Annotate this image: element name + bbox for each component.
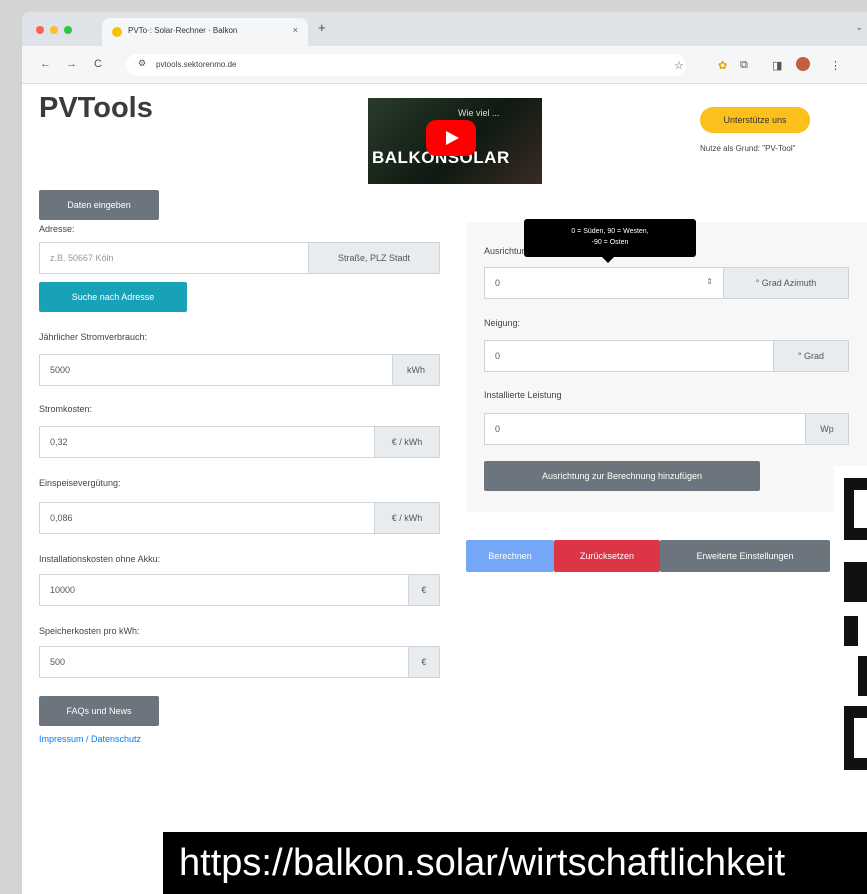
tab-menu-chevron-icon[interactable]: ⌄ (855, 22, 863, 33)
imprint-link[interactable]: Impressum / Datenschutz (39, 734, 141, 744)
tilt-unit: ° Grad (773, 340, 849, 372)
azimuth-unit: ° Grad Azimuth (723, 267, 849, 299)
faq-news-button[interactable]: FAQs und News (39, 696, 159, 726)
qr-finder-bottom-inner (854, 718, 867, 758)
qr-finder-top-inner (854, 490, 867, 528)
page-content: PVTools Wie viel ... BALKONSOLAR Unterst… (22, 84, 867, 894)
url-text: pvtools.sektorenmo.de (156, 60, 237, 69)
consumption-field[interactable]: 5000 (39, 354, 393, 386)
qr-module-block (844, 562, 867, 602)
azimuth-value: 0 (495, 278, 501, 288)
tab-close-icon[interactable]: × (293, 25, 298, 35)
power-unit: Wp (805, 413, 849, 445)
tooltip-line-1: 0 = Süden, 90 = Westen, (571, 228, 649, 235)
storage-cost-value: 500 (50, 657, 66, 667)
tooltip-line-2: -90 = Osten (591, 239, 629, 246)
bookmark-star-icon[interactable]: ☆ (674, 59, 684, 72)
maximize-window-button[interactable] (64, 26, 72, 34)
tilt-field[interactable]: 0 (484, 340, 774, 372)
consumption-label: Jährlicher Stromverbrauch: (39, 332, 148, 342)
cost-value: 0,32 (50, 437, 68, 447)
install-cost-field[interactable]: 10000 (39, 574, 409, 606)
install-cost-label: Installationskosten ohne Akku: (39, 554, 161, 564)
extensions-puzzle-icon[interactable]: ⧉ (740, 59, 748, 72)
address-addon: Straße, PLZ Stadt (308, 242, 440, 274)
url-caption-overlay: https://balkon.solar/wirtschaftlichkeit (163, 832, 867, 894)
tab-strip: PVTo·: Solar·Rechner · Balkon × + ⌄ (22, 12, 867, 46)
minimize-window-button[interactable] (50, 26, 58, 34)
tilt-label: Neigung: (484, 318, 521, 328)
azimuth-tooltip: 0 = Süden, 90 = Westen, -90 = Osten (524, 219, 696, 257)
power-field[interactable]: 0 (484, 413, 806, 445)
video-thumbnail[interactable]: Wie viel ... BALKONSOLAR (368, 98, 542, 184)
address-field[interactable]: z.B. 50667 Köln (39, 242, 309, 274)
profile-avatar[interactable] (796, 57, 810, 71)
tab-title: PVTo·: Solar·Rechner · Balkon (128, 26, 238, 35)
qr-module-block (858, 656, 867, 696)
consumption-unit: kWh (392, 354, 440, 386)
browser-tab[interactable]: PVTo·: Solar·Rechner · Balkon × (102, 18, 308, 46)
address-label: Adresse: (39, 224, 75, 234)
feedin-field[interactable]: 0,086 (39, 502, 375, 534)
reset-button[interactable]: Zurücksetzen (554, 540, 660, 572)
reload-button[interactable]: C (94, 58, 102, 70)
new-tab-button[interactable]: + (318, 20, 326, 35)
cost-unit: € / kWh (374, 426, 440, 458)
feedin-unit: € / kWh (374, 502, 440, 534)
close-window-button[interactable] (36, 26, 44, 34)
storage-cost-label: Speicherkosten pro kWh: (39, 626, 140, 636)
qr-code (834, 466, 867, 806)
browser-window: PVTo·: Solar·Rechner · Balkon × + ⌄ ← → … (22, 12, 867, 894)
install-cost-unit: € (408, 574, 440, 606)
play-button[interactable] (426, 120, 476, 156)
support-note: Nutze als Grund: "PV-Tool" (700, 144, 796, 153)
support-button[interactable]: Unterstütze uns (700, 107, 810, 133)
install-cost-value: 10000 (50, 585, 76, 595)
forward-button[interactable]: → (66, 58, 77, 70)
power-label: Installierte Leistung (484, 390, 562, 400)
play-icon (446, 131, 459, 145)
add-orientation-button[interactable]: Ausrichtung zur Berechnung hinzufügen (484, 461, 760, 491)
feedin-label: Einspeisevergütung: (39, 478, 121, 488)
azimuth-field[interactable]: 0 ⇕ (484, 267, 724, 299)
advanced-settings-button[interactable]: Erweiterte Einstellungen (660, 540, 830, 572)
cost-field[interactable]: 0,32 (39, 426, 375, 458)
cost-label: Stromkosten: (39, 404, 93, 414)
stepper-icon[interactable]: ⇕ (706, 277, 713, 286)
tilt-value: 0 (495, 351, 501, 361)
url-input[interactable]: ⚙ pvtools.sektorenmo.de (126, 54, 686, 76)
site-settings-icon[interactable]: ⚙ (138, 58, 146, 69)
storage-cost-field[interactable]: 500 (39, 646, 409, 678)
sidebar-icon[interactable]: ◨ (772, 59, 782, 72)
favicon-icon (112, 27, 122, 37)
enter-data-button[interactable]: Daten eingeben (39, 190, 159, 220)
calculate-button[interactable]: Berechnen (466, 540, 554, 572)
tooltip-arrow (602, 257, 614, 263)
extension-icon[interactable]: ✿ (718, 59, 727, 72)
back-button[interactable]: ← (40, 58, 51, 70)
video-caption: Wie viel ... (458, 108, 500, 118)
address-bar: ← → C ⚙ pvtools.sektorenmo.de ☆ ✿ ⧉ ◨ ⋮ (22, 46, 867, 84)
storage-cost-unit: € (408, 646, 440, 678)
search-address-button[interactable]: Suche nach Adresse (39, 282, 187, 312)
address-placeholder: z.B. 50667 Köln (50, 253, 114, 263)
menu-dots-icon[interactable]: ⋮ (830, 59, 841, 72)
power-value: 0 (495, 424, 501, 434)
page-title: PVTools (39, 92, 153, 124)
qr-module-block (844, 616, 858, 646)
feedin-value: 0,086 (50, 513, 73, 523)
consumption-value: 5000 (50, 365, 71, 375)
